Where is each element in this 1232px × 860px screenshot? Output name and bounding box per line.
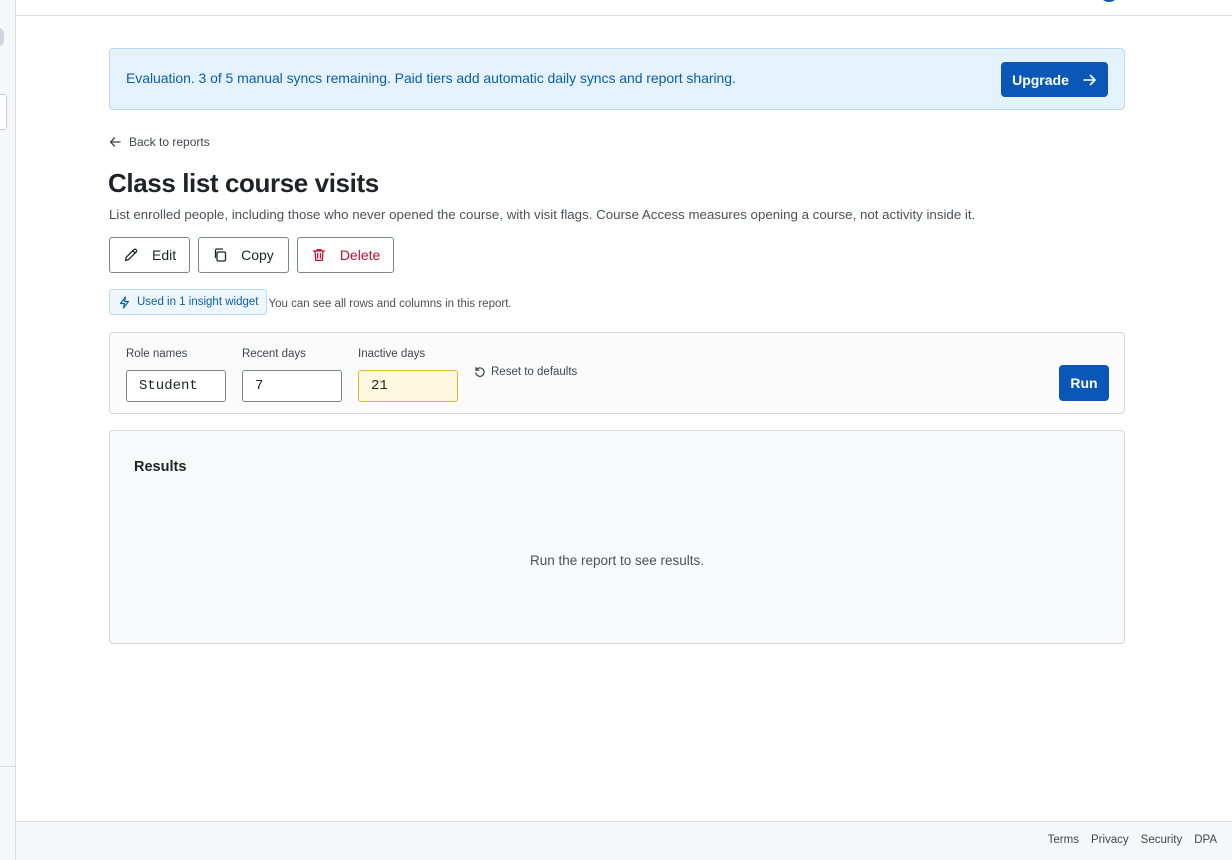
edit-button[interactable]: Edit	[109, 237, 191, 273]
role-names-label: Role names	[126, 348, 188, 360]
access-note: You can see all rows and columns in this…	[268, 298, 512, 310]
footer-link-privacy[interactable]: Privacy	[1091, 834, 1129, 846]
recent-days-param: Recent days	[242, 348, 342, 402]
inactive-days-label: Inactive days	[358, 348, 426, 360]
reset-link-label: Reset to defaults	[491, 366, 578, 378]
avatar[interactable]	[1099, 0, 1119, 2]
results-title: Results	[134, 459, 187, 475]
delete-button[interactable]: Delete	[296, 237, 395, 273]
rail-divider	[0, 766, 16, 767]
reset-to-defaults-link[interactable]: Reset to defaults	[474, 366, 577, 378]
recent-days-input[interactable]	[242, 370, 342, 402]
upgrade-button-label: Upgrade	[1012, 71, 1069, 88]
copy-button-label: Copy	[241, 247, 274, 263]
widget-badge-label: Used in 1 insight widget	[137, 296, 259, 308]
role-names-param: Role names	[126, 348, 226, 402]
back-to-reports-link[interactable]: Back to reports	[109, 134, 210, 150]
footer-link-dpa[interactable]: DPA	[1194, 834, 1217, 846]
page-description: List enrolled people, including those wh…	[109, 207, 976, 222]
report-meta: Used in 1 insight widget You can see all…	[109, 289, 512, 315]
evaluation-banner: Evaluation. 3 of 5 manual syncs remainin…	[109, 48, 1125, 110]
footer-link-terms[interactable]: Terms	[1048, 834, 1079, 846]
inactive-days-param: Inactive days	[358, 348, 458, 402]
footer: Terms Privacy Security DPA	[16, 821, 1232, 860]
top-bar	[16, 0, 1232, 16]
footer-links: Terms Privacy Security DPA	[1048, 834, 1217, 846]
rail-search-field[interactable]	[0, 94, 7, 130]
arrow-left-icon	[109, 136, 121, 148]
banner-message: Evaluation. 3 of 5 manual syncs remainin…	[126, 70, 736, 86]
role-names-input[interactable]	[126, 370, 226, 402]
edit-button-label: Edit	[152, 247, 177, 263]
rail-toggle-icon[interactable]	[0, 28, 4, 46]
delete-button-label: Delete	[339, 247, 381, 263]
page-title: Class list course visits	[108, 168, 379, 198]
copy-button[interactable]: Copy	[198, 237, 289, 273]
inactive-days-input[interactable]	[358, 370, 458, 402]
report-actions: Edit Copy Delete	[109, 237, 395, 273]
insight-widget-badge[interactable]: Used in 1 insight widget	[109, 289, 268, 315]
footer-link-security[interactable]: Security	[1141, 834, 1183, 846]
run-button[interactable]: Run	[1059, 365, 1109, 401]
lightning-icon	[118, 295, 131, 309]
trash-icon	[311, 247, 327, 263]
recent-days-label: Recent days	[242, 348, 306, 360]
reset-icon	[474, 366, 486, 378]
copy-icon	[212, 247, 228, 263]
results-panel: Results Run the report to see results.	[109, 430, 1125, 644]
upgrade-button[interactable]: Upgrade	[1001, 62, 1108, 97]
left-rail	[0, 0, 16, 860]
back-link-label: Back to reports	[129, 135, 210, 149]
results-empty-message: Run the report to see results.	[529, 553, 705, 568]
pencil-icon	[123, 247, 139, 263]
parameters-panel: Role names Recent days Inactive days Res…	[109, 332, 1125, 414]
arrow-right-icon	[1083, 73, 1097, 87]
